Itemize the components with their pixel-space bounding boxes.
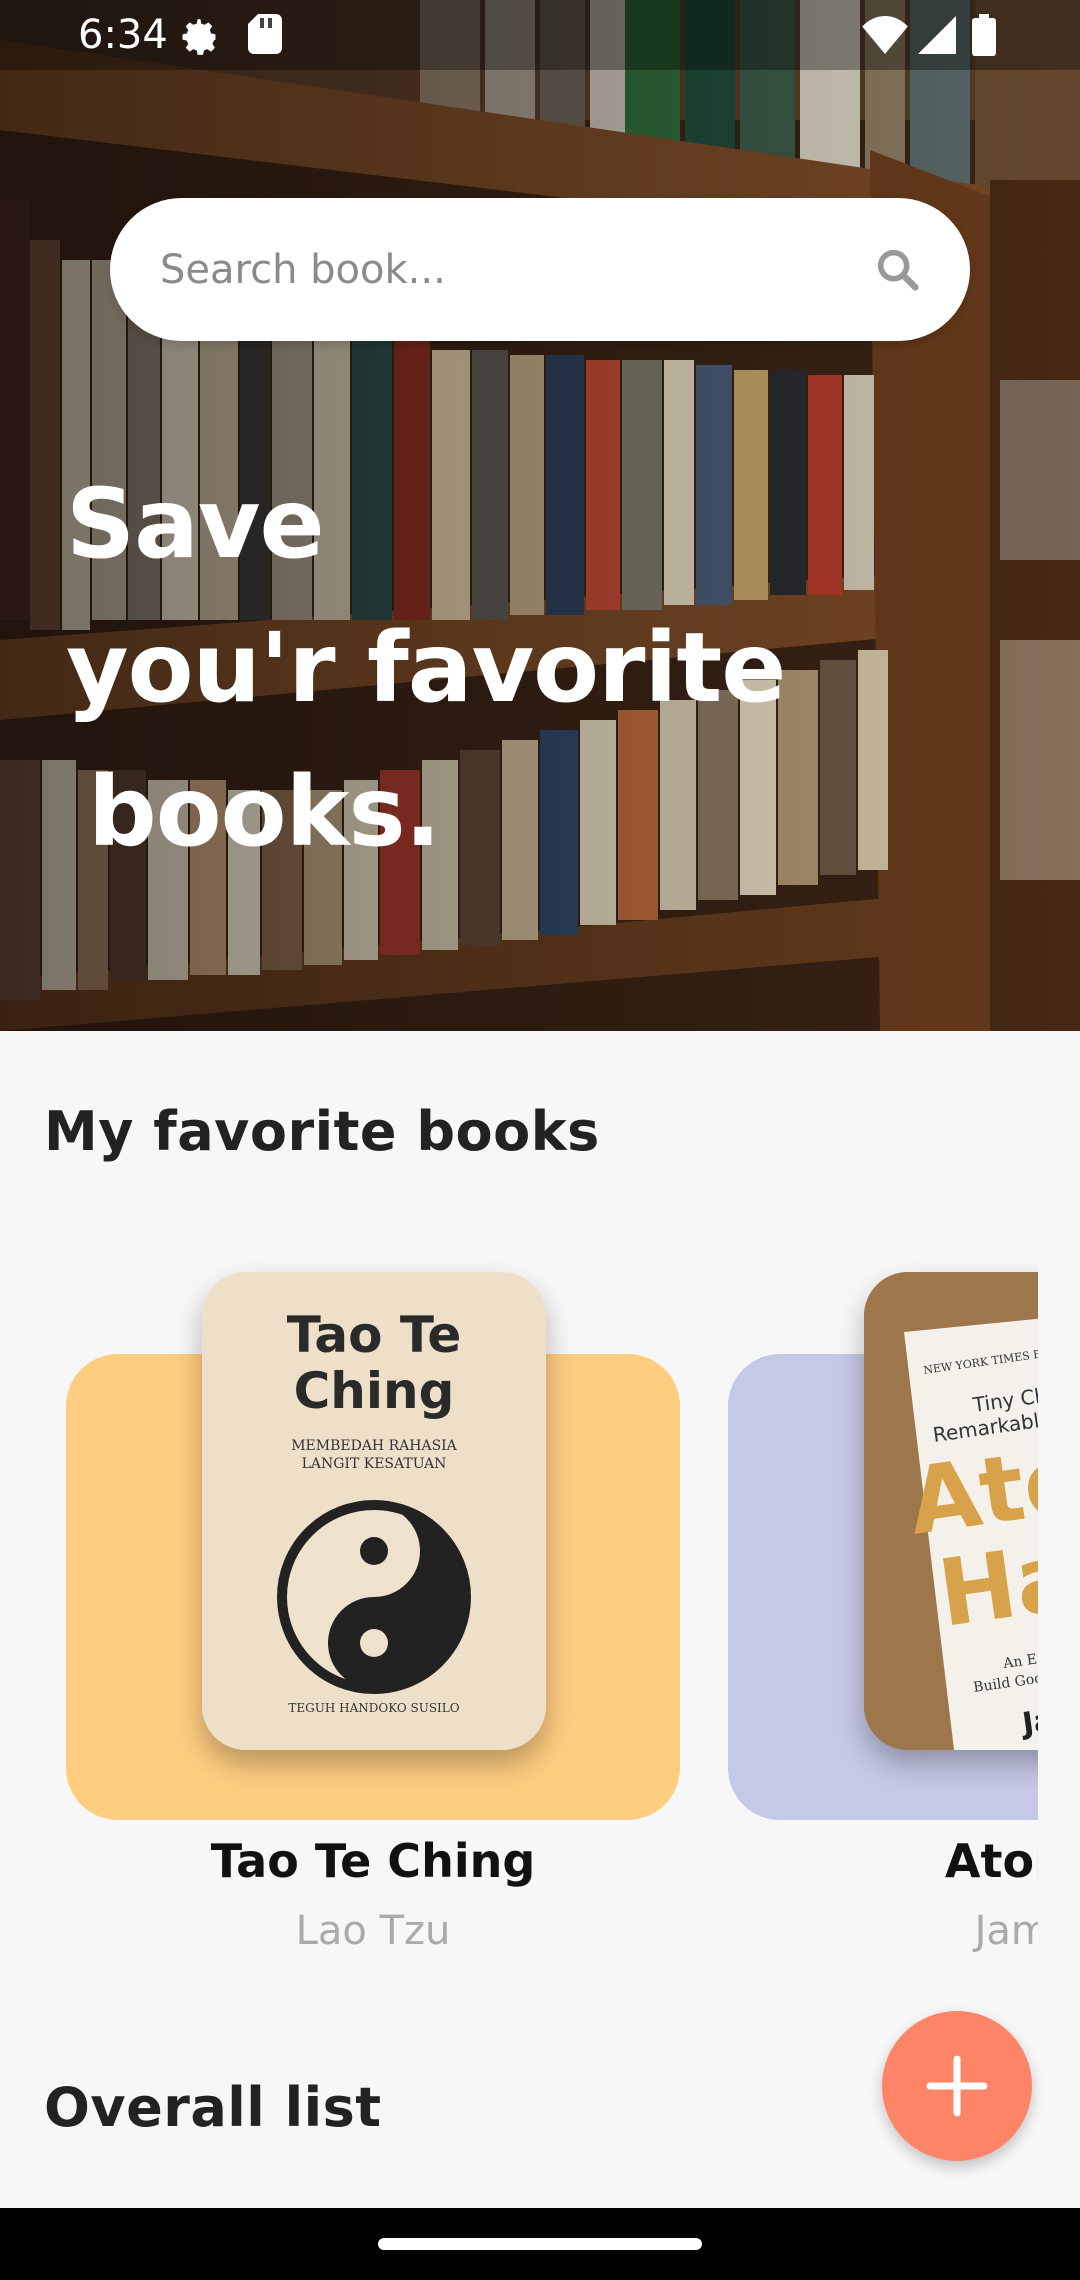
hero-headline: Save you'r favorite books. xyxy=(66,452,866,884)
hero-line-1: Save xyxy=(66,468,325,580)
wifi-icon xyxy=(862,16,908,58)
book-card[interactable]: NEW YORK TIMES BE Tiny Chang Remarkable … xyxy=(728,1240,1038,1980)
search-input[interactable] xyxy=(158,236,862,304)
cover-author: TEGUH HANDOKO SUSILO xyxy=(288,1701,459,1715)
battery-icon xyxy=(972,14,996,60)
plus-icon xyxy=(926,2055,988,2117)
hero-line-3: books. xyxy=(88,756,441,868)
cover-big-2: Ha xyxy=(932,1522,1038,1647)
add-book-button[interactable] xyxy=(882,2011,1032,2161)
tao-te-ching-cover-art: Tao Te Ching MEMBEDAH RAHASIA LANGIT KES… xyxy=(202,1272,546,1750)
atomic-habits-cover-art: NEW YORK TIMES BE Tiny Chang Remarkable … xyxy=(864,1272,1038,1750)
sd-card-icon xyxy=(248,14,282,58)
overall-list-heading: Overall list xyxy=(44,2076,382,2139)
yin-yang-icon xyxy=(277,1500,471,1694)
hero-banner: 6:34 Save you'r favorite books. xyxy=(0,0,1080,1031)
system-navigation-bar xyxy=(0,2208,1080,2280)
cover-subtitle-1: MEMBEDAH RAHASIA xyxy=(291,1438,457,1454)
status-time: 6:34 xyxy=(78,12,168,58)
book-title: Tao Te Ching xyxy=(210,1834,536,1888)
settings-icon xyxy=(176,14,222,64)
status-bar: 6:34 xyxy=(0,0,1080,70)
book-cover[interactable]: Tao Te Ching MEMBEDAH RAHASIA LANGIT KES… xyxy=(202,1272,546,1750)
book-cover[interactable]: NEW YORK TIMES BE Tiny Chang Remarkable … xyxy=(864,1272,1038,1750)
book-author: Lao Tzu xyxy=(295,1908,451,1954)
home-gesture-handle[interactable] xyxy=(378,2238,702,2250)
hero-line-2: you'r favorite xyxy=(66,612,786,724)
favorites-carousel[interactable]: Tao Te Ching MEMBEDAH RAHASIA LANGIT KES… xyxy=(0,1240,1038,1980)
signal-icon xyxy=(918,16,956,58)
cover-title-2: Ching xyxy=(294,1362,455,1420)
cover-title-1: Tao Te xyxy=(287,1306,462,1364)
book-title: Atomic xyxy=(944,1834,1038,1888)
search-icon[interactable] xyxy=(872,244,924,296)
book-author: James xyxy=(974,1908,1038,1954)
book-card[interactable]: Tao Te Ching MEMBEDAH RAHASIA LANGIT KES… xyxy=(66,1240,680,1980)
favorites-heading: My favorite books xyxy=(44,1100,600,1163)
cover-subtitle-2: LANGIT KESATUAN xyxy=(302,1456,447,1472)
search-bar[interactable] xyxy=(110,198,970,341)
